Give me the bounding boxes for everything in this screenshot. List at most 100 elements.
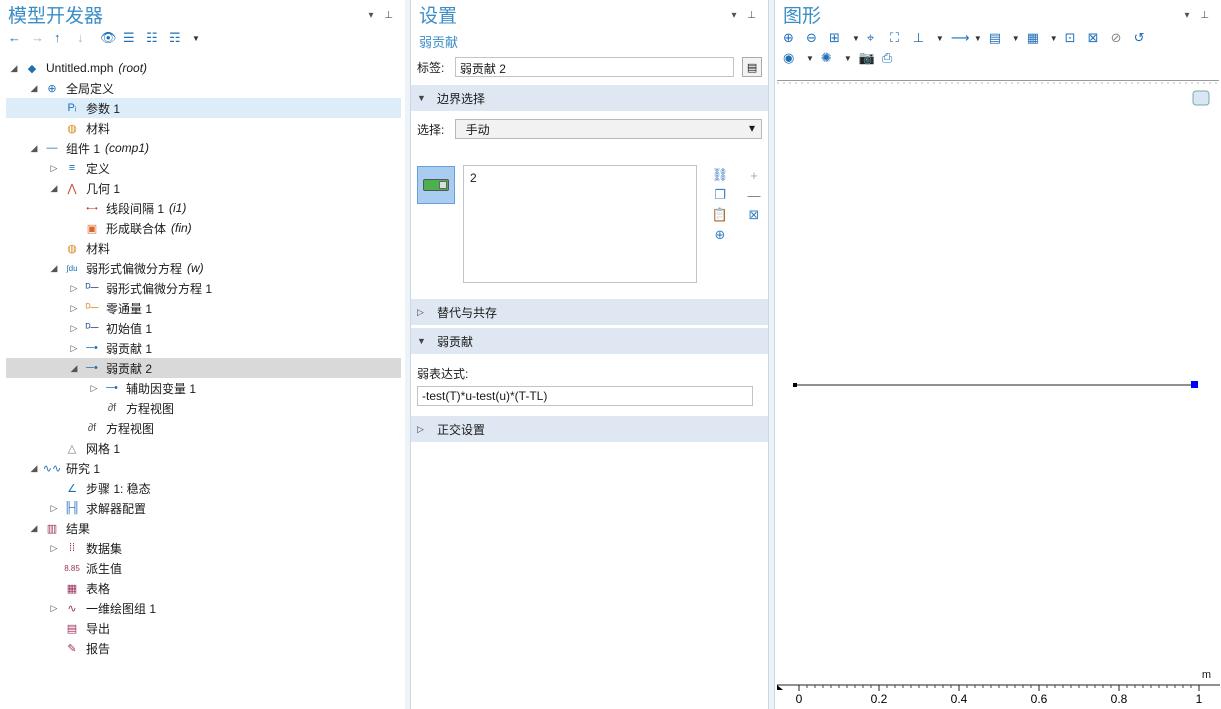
select-box-icon[interactable]: ▤ [989,30,1005,46]
tree-item[interactable]: ▣ 形成联合体 (fin) [6,218,401,238]
zoom-box-icon[interactable]: ⊞ [829,30,845,46]
tree-item[interactable]: ▷ ─• 弱贡献 1 [6,338,401,358]
tree-item[interactable]: ◢ ─• 弱贡献 2 [6,358,401,378]
tree-item[interactable]: •─• 线段间隔 1 (i1) [6,198,401,218]
back-icon[interactable]: ← [8,30,24,46]
select-entities-icon[interactable]: ⛓ [711,166,729,184]
collapse-all-icon[interactable]: ☷ [146,30,162,46]
tree-item[interactable]: ▷ ╟╢ 求解器配置 [6,498,401,518]
point-1[interactable] [793,383,797,387]
selection-list[interactable]: 2 [463,165,697,283]
select-all-icon[interactable]: ⊡ [1065,30,1081,46]
expand-toggle-icon[interactable]: ▷ [48,603,60,614]
zoom-selected-icon[interactable]: ⌖ [867,30,883,46]
show-icon[interactable]: 👁 [100,30,117,46]
section-override[interactable]: ▷ 替代与共存 [411,299,768,325]
forward-icon[interactable]: → [31,30,47,46]
zoom-to-selection-icon[interactable]: ⊕ [711,226,729,244]
clear-icon[interactable]: ⊠ [1088,30,1104,46]
view-cube-icon[interactable] [1192,90,1210,106]
move-up-icon[interactable]: ↑ [54,30,70,46]
select-icon[interactable]: ⟶ [951,30,970,46]
tree-item[interactable]: ◢ ⋀ 几何 1 [6,178,401,198]
label-reset-icon[interactable]: ▤ [742,57,762,77]
deselect-icon[interactable]: ▦ [1027,30,1043,46]
tree-item[interactable]: ▷ ─• 辅助因变量 1 [6,378,401,398]
tree-options-icon[interactable]: ☶ [169,30,185,46]
expand-toggle-icon[interactable]: ◢ [8,63,20,74]
expand-toggle-icon[interactable]: ▷ [68,283,80,294]
print-icon[interactable]: ⎙ [882,50,898,66]
label-input[interactable]: 弱贡献 2 [454,57,735,77]
section-orthogonal[interactable]: ▷ 正交设置 [411,416,768,442]
tree-item[interactable]: △ 网格 1 [6,438,401,458]
chevron-down-icon[interactable]: ▼ [806,54,814,63]
chevron-down-icon[interactable]: ▼ [1012,34,1020,43]
tree-item[interactable]: ✎ 报告 [6,638,401,658]
reset-hiding-icon[interactable]: ↺ [1134,30,1150,46]
graphics-canvas[interactable]: 0 0.2 0.4 0.6 0.8 1 m [777,80,1220,709]
expand-toggle-icon[interactable]: ◢ [48,263,60,274]
selected-point-2[interactable] [1191,381,1198,388]
expand-toggle-icon[interactable]: ◢ [28,143,40,154]
tree-item[interactable]: ◍ 材料 [6,118,401,138]
tree-item[interactable]: 8.85 派生值 [6,558,401,578]
active-toggle-button[interactable] [417,166,455,204]
tree-item[interactable]: ▷ ᴰ─ 零通量 1 [6,298,401,318]
tree-item[interactable]: ∠ 步骤 1: 稳态 [6,478,401,498]
panel-controls[interactable]: ▾ ⊥ [1184,10,1213,21]
chevron-down-icon[interactable]: ▼ [844,54,852,63]
tree-item[interactable]: ◢ ∫du 弱形式偏微分方程 (w) [6,258,401,278]
expand-toggle-icon[interactable]: ◢ [68,363,80,374]
zoom-in-icon[interactable]: ⊕ [783,30,799,46]
weak-expr-input[interactable]: -test(T)*u-test(u)*(T-TL) [417,386,753,406]
expand-toggle-icon[interactable]: ▷ [68,303,80,314]
expand-toggle-icon[interactable]: ◢ [28,463,40,474]
expand-toggle-icon[interactable]: ▷ [68,323,80,334]
chevron-down-icon[interactable]: ▼ [192,34,200,43]
tree-item[interactable]: ◢ ⊕ 全局定义 [6,78,401,98]
tree-item[interactable]: ▤ 导出 [6,618,401,638]
chevron-down-icon[interactable]: ▼ [974,34,982,43]
chevron-down-icon[interactable]: ▼ [852,34,860,43]
paste-selection-icon[interactable]: 📋 [711,206,729,224]
tree-item[interactable]: ▷ ᴰ─ 初始值 1 [6,318,401,338]
tree-item[interactable]: ◢ ▥ 结果 [6,518,401,538]
tree-item[interactable]: ▷ ∿ 一维绘图组 1 [6,598,401,618]
expand-all-icon[interactable]: ☰ [123,30,139,46]
expand-toggle-icon[interactable]: ◢ [28,523,40,534]
tree-item[interactable]: ∂f 方程视图 [6,398,401,418]
section-boundary-selection[interactable]: ▼ 边界选择 [411,85,768,111]
remove-icon[interactable]: — [745,186,763,204]
panel-controls[interactable]: ▾ ⊥ [368,10,397,21]
chevron-down-icon[interactable]: ▼ [1050,34,1058,43]
axes-icon[interactable]: ⊥ [913,30,929,46]
expand-toggle-icon[interactable]: ◢ [28,83,40,94]
clear-selection-icon[interactable]: ⊠ [745,206,763,224]
camera-icon[interactable]: 📷 [859,50,875,66]
tree-item[interactable]: ▷ ⁞⁞ 数据集 [6,538,401,558]
tree-item[interactable]: ◢ ◆ Untitled.mph (root) [6,58,401,78]
selection-dropdown[interactable]: 手动 [454,119,762,139]
zoom-extents-icon[interactable]: ⛶ [890,30,906,46]
chevron-down-icon[interactable]: ▼ [936,34,944,43]
copy-selection-icon[interactable]: ❐ [711,186,729,204]
tree-item[interactable]: ▷ ᴰ─ 弱形式偏微分方程 1 [6,278,401,298]
hide-icon[interactable]: ⊘ [1111,30,1127,46]
move-down-icon[interactable]: ↓ [77,30,93,46]
add-icon[interactable]: + [745,166,763,184]
tree-item[interactable]: ◢ ∿∿ 研究 1 [6,458,401,478]
tree-item[interactable]: ◢ — 组件 1 (comp1) [6,138,401,158]
tree-item[interactable]: Pᵢ 参数 1 [6,98,401,118]
view-icon[interactable]: ◉ [783,50,799,66]
zoom-out-icon[interactable]: ⊖ [806,30,822,46]
panel-controls[interactable]: ▾ ⊥ [731,10,760,21]
tree-item[interactable]: ∂f 方程视图 [6,418,401,438]
scene-light-icon[interactable]: ✺ [821,50,837,66]
expand-toggle-icon[interactable]: ▷ [88,383,100,394]
section-weak-contribution[interactable]: ▼ 弱贡献 [411,328,768,354]
tree-item[interactable]: ▷ ≡ 定义 [6,158,401,178]
expand-toggle-icon[interactable]: ▷ [48,163,60,174]
tree-item[interactable]: ▦ 表格 [6,578,401,598]
expand-toggle-icon[interactable]: ◢ [48,183,60,194]
